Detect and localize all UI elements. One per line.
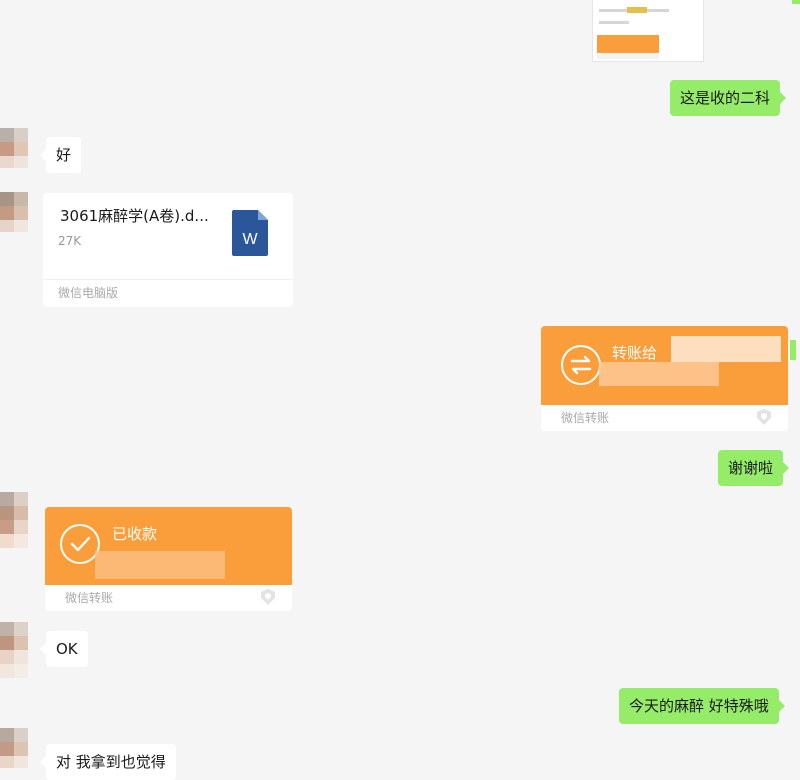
message-bubble-left[interactable]: OK [40, 631, 88, 667]
redacted-region [95, 551, 225, 579]
svg-text:W: W [242, 231, 258, 248]
file-source-label: 微信电脑版 [43, 279, 293, 307]
image-thumbnail[interactable] [592, 0, 704, 62]
thumbnail-emoji-row [627, 7, 647, 13]
transfer-title: 已收款 [112, 525, 158, 543]
file-size: 27K [58, 234, 82, 248]
transfer-card-received[interactable]: 已收款 微信转账 [45, 507, 292, 611]
thumbnail-card-footer [597, 53, 659, 59]
message-bubble-right[interactable]: 这是收的二科 [670, 80, 787, 116]
avatar[interactable] [0, 128, 40, 168]
transfer-footer: 微信转账 [65, 591, 114, 605]
message-bubble-left[interactable]: 好 [39, 137, 82, 173]
thumbnail-transfer-card [597, 35, 659, 53]
avatar[interactable] [0, 492, 40, 556]
file-message-card[interactable]: 3061麻醉学(A卷).d... 27K W 微信电脑版 [43, 193, 293, 307]
transfer-card-sent[interactable]: 转账给 微信转账 [541, 326, 788, 431]
message-bubble-left[interactable]: 对 我拿到也觉得 [40, 744, 176, 780]
right-edge-mark [792, 0, 800, 4]
message-bubble-right[interactable]: 谢谢啦 [718, 450, 790, 486]
avatar[interactable] [0, 728, 40, 768]
transfer-arrows-icon [561, 345, 601, 385]
word-doc-icon: W [232, 210, 268, 256]
file-name: 3061麻醉学(A卷).d... [60, 207, 209, 225]
redacted-region [599, 362, 719, 386]
avatar[interactable] [0, 622, 40, 686]
transfer-footer: 微信转账 [561, 411, 610, 425]
avatar[interactable] [0, 192, 40, 232]
check-circle-icon [60, 524, 100, 564]
redacted-region [671, 336, 781, 362]
message-bubble-right[interactable]: 今天的麻醉 好特殊哦 [619, 688, 785, 724]
thumbnail-text-line [599, 21, 629, 24]
transfer-title: 转账给 [612, 344, 658, 362]
right-edge-mark [790, 340, 796, 360]
